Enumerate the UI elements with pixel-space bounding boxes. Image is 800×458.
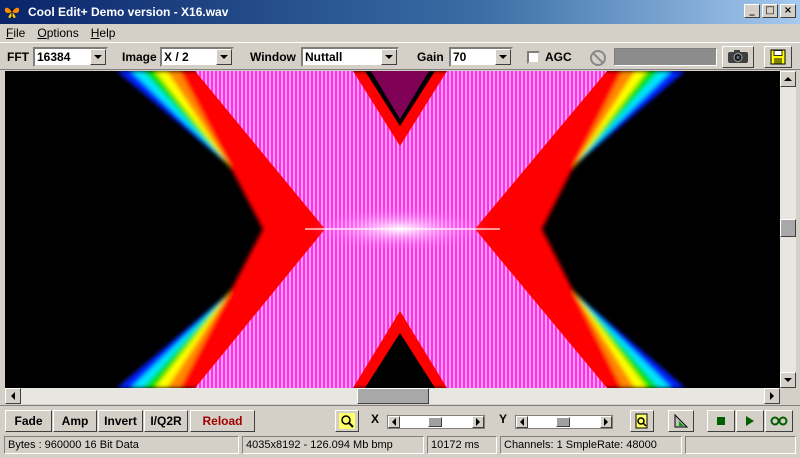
image-label: Image <box>122 50 157 64</box>
agc-label: AGC <box>545 50 572 64</box>
iq2r-button[interactable]: I/Q2R <box>144 410 188 432</box>
menu-file[interactable]: File <box>0 26 31 40</box>
scroll-left-button[interactable] <box>5 388 21 404</box>
amp-button[interactable]: Amp <box>53 410 97 432</box>
status-bar: Bytes : 960000 16 Bit Data 4035x8192 - 1… <box>0 434 800 456</box>
loop-button[interactable] <box>765 410 793 432</box>
reload-button[interactable]: Reload <box>190 410 255 432</box>
arrow-right-icon <box>770 392 774 400</box>
x-zoom-left-button[interactable] <box>388 416 400 428</box>
loop-icon <box>770 416 788 426</box>
menu-help-label: elp <box>99 26 116 40</box>
spectrogram-toolbar: FFT 16384 Image X / 2 Window Nuttall Gai… <box>0 42 800 70</box>
invert-button[interactable]: Invert <box>98 410 143 432</box>
window-title: Cool Edit+ Demo version - X16.wav <box>28 5 229 19</box>
status-duration: 10172 ms <box>427 436 497 454</box>
bottom-toolbar: Fade Amp Invert I/Q2R Reload X Y <box>0 405 800 433</box>
fade-button[interactable]: Fade <box>5 410 52 432</box>
window-dropdown-button[interactable] <box>381 49 397 65</box>
arrow-left-icon <box>392 418 396 426</box>
image-value: X / 2 <box>164 50 189 64</box>
butterfly-app-icon <box>4 7 20 18</box>
maximize-icon: □ <box>765 5 775 16</box>
no-entry-icon[interactable] <box>590 50 606 66</box>
horizontal-scroll-thumb[interactable] <box>357 388 429 404</box>
scroll-up-button[interactable] <box>780 71 796 87</box>
y-zoom-thumb[interactable] <box>556 417 570 427</box>
gain-label: Gain <box>417 50 444 64</box>
y-zoom-right-button[interactable] <box>600 416 612 428</box>
menu-help[interactable]: Help <box>85 26 122 40</box>
measure-button[interactable] <box>668 410 694 432</box>
status-bytes: Bytes : 960000 16 Bit Data <box>4 436 239 454</box>
document-zoom-icon <box>635 413 648 429</box>
status-empty <box>685 436 796 454</box>
horizontal-scrollbar[interactable] <box>5 388 780 404</box>
maximize-button[interactable]: □ <box>762 4 778 18</box>
minimize-button[interactable]: _ <box>744 4 760 18</box>
menu-options[interactable]: Options <box>31 26 84 40</box>
window-value: Nuttall <box>305 50 343 64</box>
gain-value: 70 <box>453 50 467 64</box>
agc-checkbox[interactable] <box>527 51 540 64</box>
camera-icon <box>728 50 748 63</box>
fft-value: 16384 <box>37 50 71 64</box>
arrow-left-icon <box>11 392 15 400</box>
arrow-right-icon <box>604 418 608 426</box>
vertical-scrollbar[interactable] <box>780 71 796 388</box>
snapshot-button[interactable] <box>722 46 754 68</box>
floppy-disk-icon <box>770 49 786 65</box>
gain-dropdown-button[interactable] <box>495 49 511 65</box>
title-bar: Cool Edit+ Demo version - X16.wav _ □ × <box>0 0 800 24</box>
x-zoom-thumb[interactable] <box>428 417 442 427</box>
fft-dropdown-button[interactable] <box>90 49 106 65</box>
status-channels: Channels: 1 SmpleRate: 48000 <box>500 436 682 454</box>
stop-icon <box>717 417 725 425</box>
fft-label: FFT <box>7 50 29 64</box>
document-zoom-button[interactable] <box>630 410 654 432</box>
spectrogram-image <box>5 71 780 388</box>
x-zoom-label: X <box>371 412 380 426</box>
close-icon: × <box>783 5 793 16</box>
scroll-down-button[interactable] <box>780 372 796 388</box>
image-select[interactable]: X / 2 <box>160 47 234 67</box>
close-button[interactable]: × <box>780 4 796 18</box>
progress-bar <box>614 48 717 66</box>
window-select[interactable]: Nuttall <box>301 47 399 67</box>
arrow-up-icon <box>784 77 792 81</box>
spectrogram-view[interactable] <box>5 71 780 388</box>
y-zoom-left-button[interactable] <box>516 416 528 428</box>
play-button[interactable] <box>736 410 764 432</box>
arrow-left-icon <box>520 418 524 426</box>
y-zoom-label: Y <box>499 412 508 426</box>
fft-select[interactable]: 16384 <box>33 47 108 67</box>
play-icon <box>746 416 754 426</box>
minimize-icon: _ <box>749 5 755 16</box>
measure-icon <box>674 413 689 428</box>
arrow-down-icon <box>784 378 792 382</box>
arrow-right-icon <box>476 418 480 426</box>
vertical-scroll-thumb[interactable] <box>780 219 796 237</box>
status-image-size: 4035x8192 - 126.094 Mb bmp <box>242 436 424 454</box>
x-zoom-right-button[interactable] <box>472 416 484 428</box>
chevron-down-icon <box>220 55 228 59</box>
scroll-right-button[interactable] <box>764 388 780 404</box>
menu-file-label: ile <box>13 26 26 40</box>
zoom-button[interactable] <box>335 410 359 432</box>
window-label: Window <box>250 50 296 64</box>
y-zoom-slider[interactable] <box>515 415 613 429</box>
image-dropdown-button[interactable] <box>216 49 232 65</box>
save-button[interactable] <box>764 46 792 68</box>
menu-bar: File Options Help <box>0 24 800 42</box>
x-zoom-slider[interactable] <box>387 415 485 429</box>
chevron-down-icon <box>499 55 507 59</box>
menu-options-mnemonic: O <box>37 26 47 40</box>
chevron-down-icon <box>94 55 102 59</box>
gain-select[interactable]: 70 <box>449 47 513 67</box>
menu-options-label: ptions <box>46 26 79 40</box>
zoom-icon <box>339 413 355 429</box>
stop-button[interactable] <box>707 410 735 432</box>
chevron-down-icon <box>385 55 393 59</box>
